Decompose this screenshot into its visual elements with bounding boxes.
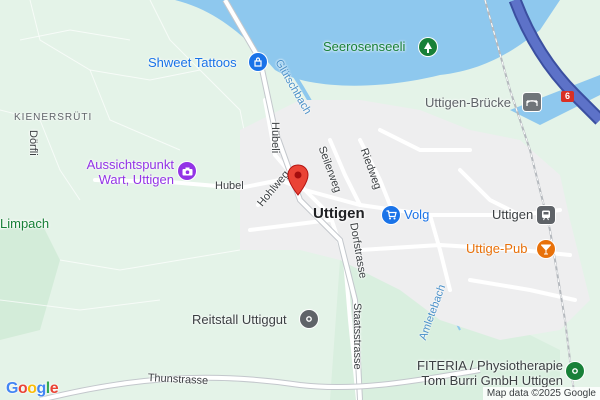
area-label-dorfli: Dörfli	[27, 130, 39, 156]
cocktail-icon[interactable]	[537, 240, 555, 258]
poi-label-fiteria-line1[interactable]: FITERIA / Physiotherapie	[405, 359, 563, 372]
street-label-staatsstrasse: Staatsstrasse	[351, 303, 363, 370]
camera-icon[interactable]	[178, 162, 196, 180]
shopping-cart-icon[interactable]	[382, 206, 400, 224]
poi-label-uttigen-brucke[interactable]: Uttigen-Brücke	[425, 96, 511, 109]
area-label-limpach: Limpach	[0, 216, 50, 231]
map-attribution[interactable]: Map data ©2025 Google	[482, 387, 600, 400]
area-label-kienersruti: KIENERSRÜTI	[14, 112, 93, 123]
map-canvas[interactable]: KIENERSRÜTI Dörfli Limpach Glütschbach A…	[0, 0, 600, 400]
poi-label-volg[interactable]: Volg	[404, 208, 429, 221]
map-base-layer	[0, 0, 600, 400]
poi-label-seerosenseeli[interactable]: Seerosenseeli	[323, 40, 405, 53]
poi-label-shweet-tattoos[interactable]: Shweet Tattoos	[148, 56, 237, 69]
highway-shield-a6: 6	[561, 91, 575, 102]
google-logo-letter: o	[17, 380, 28, 397]
bridge-icon[interactable]	[523, 93, 541, 111]
shopping-bag-icon[interactable]	[249, 53, 267, 71]
google-logo-letter: o	[27, 380, 37, 397]
place-icon[interactable]	[566, 362, 584, 380]
poi-label-aussichtspunkt-line1[interactable]: Aussichtspunkt	[76, 158, 174, 171]
street-label-hubeli: Hübeli	[269, 122, 281, 154]
google-logo: Google	[6, 380, 59, 398]
poi-label-uttige-pub[interactable]: Uttige-Pub	[466, 242, 527, 255]
poi-label-aussichtspunkt-line2[interactable]: Wart, Uttigen	[76, 173, 174, 186]
google-logo-letter: g	[36, 380, 47, 397]
tree-icon[interactable]	[419, 38, 437, 56]
poi-label-reitstall[interactable]: Reitstall Uttiggut	[192, 313, 287, 326]
google-logo-letter: e	[49, 380, 59, 397]
train-icon[interactable]	[537, 206, 555, 224]
google-logo-letter: G	[6, 380, 18, 397]
poi-label-fiteria-line2[interactable]: Tom Burri GmbH Uttigen	[405, 374, 563, 387]
poi-label-uttigen-station[interactable]: Uttigen	[492, 208, 533, 221]
street-label-hubel: Hubel	[215, 180, 244, 192]
town-label-uttigen: Uttigen	[313, 205, 365, 222]
location-pin-icon[interactable]	[287, 164, 309, 196]
place-icon[interactable]	[300, 310, 318, 328]
